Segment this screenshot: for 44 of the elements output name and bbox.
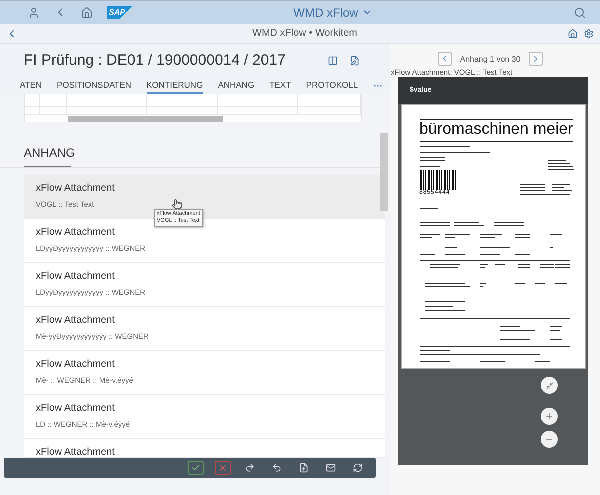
undo-arrow-icon: [272, 463, 282, 473]
split-view-icon[interactable]: [328, 56, 338, 66]
search-icon[interactable]: [574, 6, 586, 18]
attachment-title: xFlow Attachment: [36, 271, 115, 282]
fit-page-button[interactable]: [541, 377, 558, 394]
zoom-out-button[interactable]: [541, 431, 558, 448]
forward-arrow-icon: [245, 463, 255, 473]
mail-icon: [326, 463, 336, 473]
app-title-menu[interactable]: WMD xFlow: [147, 6, 560, 20]
settings-icon[interactable]: [584, 28, 594, 38]
zoom-in-button[interactable]: [541, 408, 558, 425]
previous-button[interactable]: [438, 52, 452, 66]
plus-icon: [545, 412, 554, 421]
scrollbar[interactable]: [68, 116, 223, 122]
tab[interactable]: ATEN: [20, 78, 42, 94]
attachment-item[interactable]: xFlow Attachment: [24, 439, 385, 458]
attachment-title: xFlow Attachment: [36, 447, 115, 458]
attachment-title: xFlow Attachment: [36, 183, 115, 194]
attachment-title: xFlow Attachment: [36, 359, 115, 370]
next-button[interactable]: [528, 52, 543, 66]
check-icon: [191, 463, 201, 473]
attachment-title: xFlow Attachment: [36, 227, 115, 238]
pager-text: Anhang 1 von 30: [460, 54, 521, 64]
attachment-title: xFlow Attachment: [36, 403, 115, 414]
close-icon: [218, 463, 228, 473]
tab[interactable]: TEXT: [270, 78, 292, 94]
tab[interactable]: POSITIONSDATEN: [57, 78, 132, 94]
logo[interactable]: SAP: [107, 6, 133, 19]
home-icon[interactable]: [568, 28, 578, 38]
scrollbar[interactable]: [380, 133, 388, 211]
home-icon[interactable]: [81, 6, 93, 18]
company-name: büromaschinen meier: [420, 119, 574, 142]
object-title: FI Prüfung : DE01 / 1900000014 / 2017: [24, 52, 286, 69]
edit-document-icon[interactable]: [350, 56, 360, 66]
user-icon[interactable]: [28, 6, 40, 18]
file-upload-icon: [299, 463, 309, 473]
tab[interactable]: PROTOKOLL: [306, 78, 358, 94]
refresh-icon: [353, 463, 363, 473]
attachment-title: xFlow Attachment: [36, 315, 115, 326]
barcode-icon: [420, 170, 458, 190]
collapse-arrows-icon: [546, 382, 554, 390]
approve-button[interactable]: [188, 461, 204, 475]
page-title: WMD xFlow • Workitem: [252, 28, 358, 39]
tab[interactable]: ANHANG: [218, 78, 255, 94]
